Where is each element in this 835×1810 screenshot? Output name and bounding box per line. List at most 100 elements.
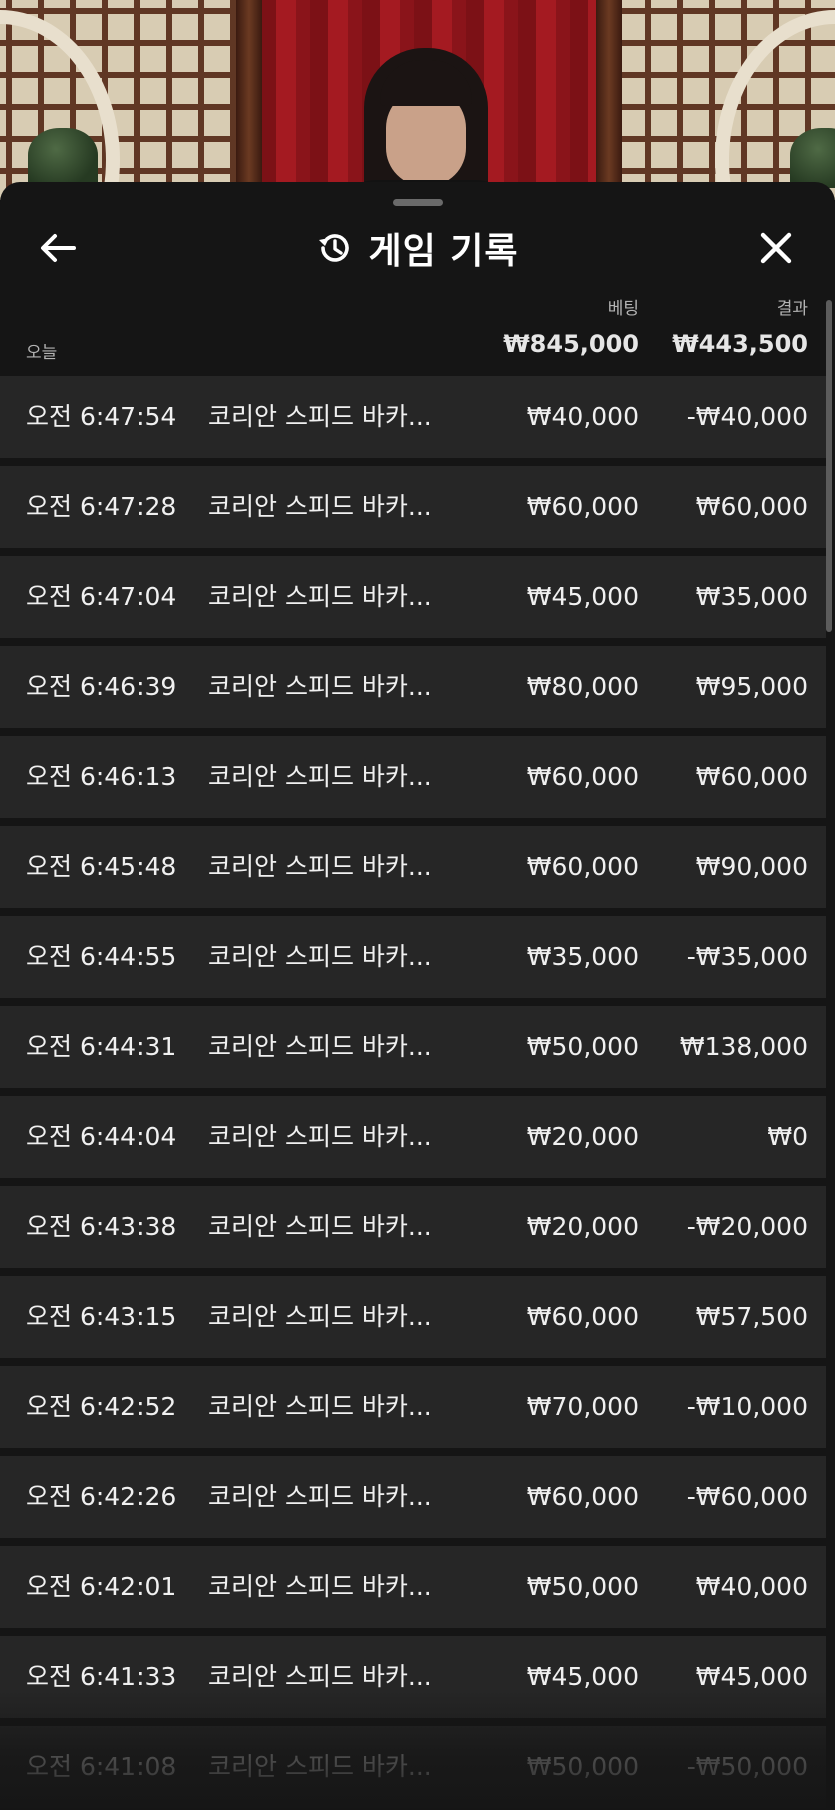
history-row[interactable]: 오전 6:42:26 코리안 스피드 바카... ₩60,000 -₩60,000 xyxy=(0,1456,826,1538)
row-result-amount: ₩60,000 xyxy=(695,492,808,521)
row-time: 오전 6:44:55 xyxy=(26,942,177,971)
history-list[interactable]: 오전 6:47:54 코리안 스피드 바카... ₩40,000 -₩40,000 오전… xyxy=(0,376,826,1810)
bonsai-plant-right xyxy=(790,128,835,188)
row-game-name: 코리안 스피드 바카... xyxy=(208,402,432,431)
history-row[interactable]: 오전 6:47:28 코리안 스피드 바카... ₩60,000 ₩60,000 xyxy=(0,466,826,548)
row-game-name: 코리안 스피드 바카... xyxy=(208,582,432,611)
row-result-amount: -₩20,000 xyxy=(686,1212,808,1241)
game-screen: 게임 기록 베팅 결과 오늘 ₩845,000 ₩443,500 오전 6:47… xyxy=(0,0,835,1810)
row-result-amount: ₩0 xyxy=(767,1122,808,1151)
row-game-name: 코리안 스피드 바카... xyxy=(208,1482,432,1511)
history-clock-icon xyxy=(319,234,350,262)
pillar-left xyxy=(236,0,262,200)
scrollbar[interactable] xyxy=(826,300,832,632)
row-bet-amount: ₩60,000 xyxy=(526,1482,639,1511)
history-row[interactable]: 오전 6:43:15 코리안 스피드 바카... ₩60,000 ₩57,500 xyxy=(0,1276,826,1358)
row-time: 오전 6:43:15 xyxy=(26,1302,177,1331)
row-result-amount: ₩90,000 xyxy=(695,852,808,881)
row-game-name: 코리안 스피드 바카... xyxy=(208,762,432,791)
history-row[interactable]: 오전 6:41:08 코리안 스피드 바카... ₩50,000 -₩50,000 xyxy=(0,1726,826,1808)
row-bet-amount: ₩50,000 xyxy=(526,1572,639,1601)
history-row[interactable]: 오전 6:41:33 코리안 스피드 바카... ₩45,000 ₩45,000 xyxy=(0,1636,826,1718)
row-time: 오전 6:45:48 xyxy=(26,852,177,881)
row-time: 오전 6:46:13 xyxy=(26,762,177,791)
history-row[interactable]: 오전 6:44:04 코리안 스피드 바카... ₩20,000 ₩0 xyxy=(0,1096,826,1178)
row-result-amount: ₩138,000 xyxy=(679,1032,808,1061)
history-row[interactable]: 오전 6:44:55 코리안 스피드 바카... ₩35,000 -₩35,000 xyxy=(0,916,826,998)
row-result-amount: ₩35,000 xyxy=(695,582,808,611)
game-history-sheet: 게임 기록 베팅 결과 오늘 ₩845,000 ₩443,500 오전 6:47… xyxy=(0,182,835,1810)
row-bet-amount: ₩20,000 xyxy=(526,1212,639,1241)
row-time: 오전 6:47:28 xyxy=(26,492,177,521)
row-game-name: 코리안 스피드 바카... xyxy=(208,942,432,971)
total-result: ₩443,500 xyxy=(672,330,808,358)
row-game-name: 코리안 스피드 바카... xyxy=(208,1572,432,1601)
row-game-name: 코리안 스피드 바카... xyxy=(208,1662,432,1691)
row-time: 오전 6:43:38 xyxy=(26,1212,177,1241)
row-time: 오전 6:42:26 xyxy=(26,1482,177,1511)
row-bet-amount: ₩20,000 xyxy=(526,1122,639,1151)
row-game-name: 코리안 스피드 바카... xyxy=(208,1212,432,1241)
sheet-title-group: 게임 기록 xyxy=(0,224,835,272)
row-time: 오전 6:47:04 xyxy=(26,582,177,611)
history-row[interactable]: 오전 6:42:52 코리안 스피드 바카... ₩70,000 -₩10,000 xyxy=(0,1366,826,1448)
row-time: 오전 6:42:52 xyxy=(26,1392,177,1421)
row-bet-amount: ₩60,000 xyxy=(526,1302,639,1331)
result-column-label: 결과 xyxy=(776,299,808,319)
row-result-amount: -₩60,000 xyxy=(686,1482,808,1511)
row-bet-amount: ₩40,000 xyxy=(526,402,639,431)
row-bet-amount: ₩45,000 xyxy=(526,1662,639,1691)
row-bet-amount: ₩60,000 xyxy=(526,762,639,791)
sheet-drag-handle[interactable] xyxy=(393,199,443,206)
row-result-amount: -₩35,000 xyxy=(686,942,808,971)
row-game-name: 코리안 스피드 바카... xyxy=(208,492,432,521)
row-game-name: 코리안 스피드 바카... xyxy=(208,852,432,881)
row-bet-amount: ₩50,000 xyxy=(526,1752,639,1781)
row-result-amount: -₩40,000 xyxy=(686,402,808,431)
daily-summary: 오늘 ₩845,000 ₩443,500 xyxy=(0,328,835,368)
live-video-feed xyxy=(0,0,835,200)
row-result-amount: ₩40,000 xyxy=(695,1572,808,1601)
row-bet-amount: ₩45,000 xyxy=(526,582,639,611)
history-row[interactable]: 오전 6:44:31 코리안 스피드 바카... ₩50,000 ₩138,000 xyxy=(0,1006,826,1088)
row-time: 오전 6:47:54 xyxy=(26,402,177,431)
row-result-amount: ₩57,500 xyxy=(695,1302,808,1331)
history-row[interactable]: 오전 6:42:01 코리안 스피드 바카... ₩50,000 ₩40,000 xyxy=(0,1546,826,1628)
row-game-name: 코리안 스피드 바카... xyxy=(208,1032,432,1061)
close-button[interactable] xyxy=(754,226,798,270)
history-row[interactable]: 오전 6:47:04 코리안 스피드 바카... ₩45,000 ₩35,000 xyxy=(0,556,826,638)
total-bet: ₩845,000 xyxy=(503,330,639,358)
column-headers: 베팅 결과 xyxy=(0,294,835,324)
sheet-title: 게임 기록 xyxy=(368,231,519,272)
row-game-name: 코리안 스피드 바카... xyxy=(208,1752,432,1781)
history-row[interactable]: 오전 6:43:38 코리안 스피드 바카... ₩20,000 -₩20,000 xyxy=(0,1186,826,1268)
row-result-amount: -₩10,000 xyxy=(686,1392,808,1421)
row-bet-amount: ₩60,000 xyxy=(526,852,639,881)
history-row[interactable]: 오전 6:45:48 코리안 스피드 바카... ₩60,000 ₩90,000 xyxy=(0,826,826,908)
row-bet-amount: ₩60,000 xyxy=(526,492,639,521)
row-time: 오전 6:41:08 xyxy=(26,1752,177,1781)
bet-column-label: 베팅 xyxy=(607,299,639,319)
row-game-name: 코리안 스피드 바카... xyxy=(208,1122,432,1151)
row-bet-amount: ₩35,000 xyxy=(526,942,639,971)
pillar-right xyxy=(596,0,622,200)
row-game-name: 코리안 스피드 바카... xyxy=(208,1302,432,1331)
bonsai-plant-left xyxy=(28,128,98,188)
row-result-amount: ₩95,000 xyxy=(695,672,808,701)
row-time: 오전 6:44:04 xyxy=(26,1122,177,1151)
close-icon xyxy=(760,232,792,264)
row-result-amount: ₩45,000 xyxy=(695,1662,808,1691)
row-bet-amount: ₩70,000 xyxy=(526,1392,639,1421)
row-time: 오전 6:44:31 xyxy=(26,1032,177,1061)
row-time: 오전 6:42:01 xyxy=(26,1572,177,1601)
history-row[interactable]: 오전 6:46:13 코리안 스피드 바카... ₩60,000 ₩60,000 xyxy=(0,736,826,818)
sheet-header: 게임 기록 xyxy=(0,206,835,286)
row-result-amount: -₩50,000 xyxy=(686,1752,808,1781)
row-result-amount: ₩60,000 xyxy=(695,762,808,791)
row-bet-amount: ₩50,000 xyxy=(526,1032,639,1061)
history-row[interactable]: 오전 6:46:39 코리안 스피드 바카... ₩80,000 ₩95,000 xyxy=(0,646,826,728)
history-row[interactable]: 오전 6:47:54 코리안 스피드 바카... ₩40,000 -₩40,000 xyxy=(0,376,826,458)
day-label: 오늘 xyxy=(26,343,58,363)
row-time: 오전 6:41:33 xyxy=(26,1662,177,1691)
row-game-name: 코리안 스피드 바카... xyxy=(208,1392,432,1421)
